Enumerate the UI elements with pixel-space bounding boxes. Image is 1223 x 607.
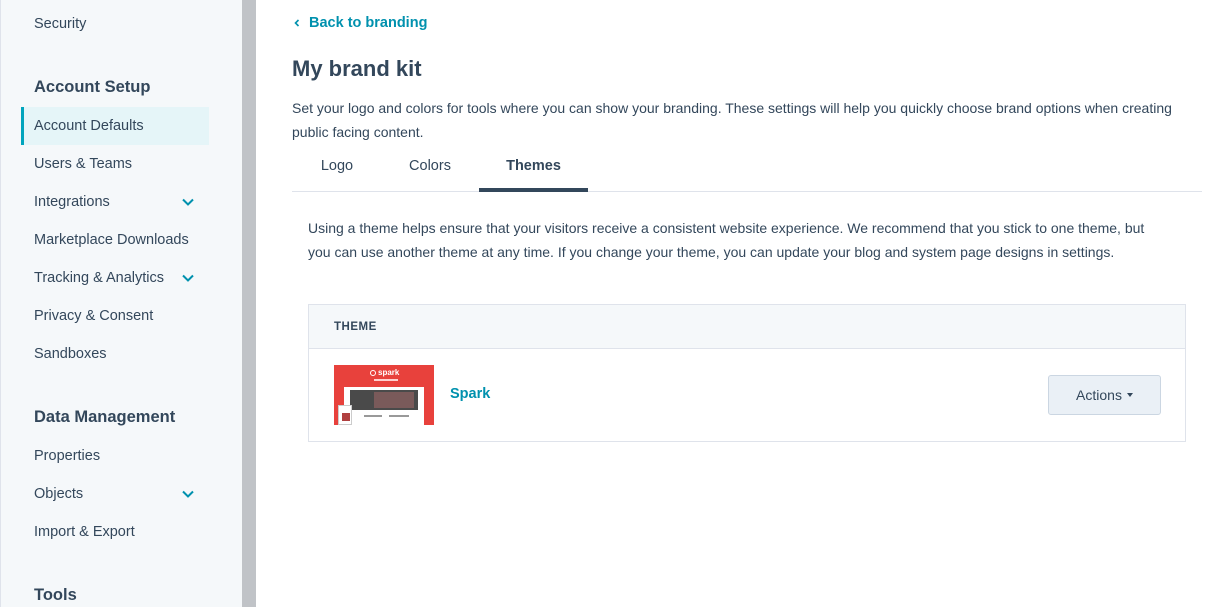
- sidebar-item-import-export[interactable]: Import & Export: [21, 513, 209, 551]
- page-description: Set your logo and colors for tools where…: [292, 100, 1172, 140]
- sidebar-item-privacy-consent[interactable]: Privacy & Consent: [21, 297, 209, 335]
- chevron-left-icon: [294, 19, 300, 27]
- spark-logo-icon: [370, 369, 376, 376]
- themes-table: THEME spark Spark Actions: [308, 304, 1186, 442]
- actions-button[interactable]: Actions: [1048, 375, 1161, 415]
- chevron-down-icon[interactable]: [181, 195, 195, 209]
- sidebar-item-account-defaults[interactable]: Account Defaults: [21, 107, 209, 145]
- sidebar-item-label: Import & Export: [34, 524, 135, 540]
- tab-label: Themes: [506, 158, 561, 174]
- sidebar-item-label: Security: [34, 16, 87, 32]
- themes-info-text: Using a theme helps ensure that your vis…: [308, 220, 1145, 260]
- sidebar-item-label: Objects: [34, 486, 84, 502]
- column-header-theme: THEME: [334, 320, 377, 333]
- sidebar-item-label: Account Defaults: [34, 118, 144, 134]
- theme-thumbnail[interactable]: spark: [334, 365, 434, 425]
- table-header: THEME: [309, 305, 1185, 349]
- tab-label: Colors: [409, 158, 451, 174]
- sidebar-heading-tools: Tools: [34, 586, 77, 604]
- sidebar-item-label: Integrations: [34, 194, 110, 210]
- tab-themes[interactable]: Themes: [479, 152, 588, 192]
- tab-colors[interactable]: Colors: [394, 152, 466, 192]
- sidebar-item-objects[interactable]: Objects: [21, 475, 209, 513]
- caret-down-icon: [1126, 393, 1133, 397]
- thumbnail-decoration: [374, 392, 414, 408]
- sidebar-item-label: Tracking & Analytics: [34, 270, 165, 286]
- sidebar-item-label: Marketplace Downloads: [34, 232, 189, 248]
- sidebar-item-sandboxes[interactable]: Sandboxes: [21, 335, 209, 373]
- sidebar-item-marketplace-downloads[interactable]: Marketplace Downloads: [21, 221, 209, 259]
- theme-name-link[interactable]: Spark: [450, 386, 490, 402]
- brand-kit-tabs: Logo Colors Themes: [292, 152, 1202, 192]
- chevron-down-icon[interactable]: [181, 271, 195, 285]
- thumbnail-decoration: [389, 415, 409, 417]
- sidebar-item-security[interactable]: Security: [21, 5, 209, 43]
- thumbnail-brand-text: spark: [378, 368, 400, 377]
- chevron-down-icon[interactable]: [181, 487, 195, 501]
- actions-label: Actions: [1076, 387, 1122, 403]
- sidebar-item-integrations[interactable]: Integrations: [21, 183, 209, 221]
- thumbnail-decoration: [342, 413, 350, 421]
- sidebar-heading-data-management: Data Management: [34, 408, 176, 426]
- sidebar-item-label: Sandboxes: [34, 346, 107, 362]
- back-to-branding-link[interactable]: Back to branding: [293, 15, 427, 31]
- scrollbar-thumb[interactable]: [242, 0, 256, 607]
- sidebar-item-users-teams[interactable]: Users & Teams: [21, 145, 209, 183]
- sidebar-item-label: Users & Teams: [34, 156, 133, 172]
- page-title: My brand kit: [292, 56, 422, 81]
- thumbnail-decoration: [374, 379, 398, 381]
- sidebar-item-properties[interactable]: Properties: [21, 437, 209, 475]
- thumbnail-decoration: [364, 415, 382, 417]
- thumbnail-logo: spark: [370, 368, 399, 377]
- table-row: spark Spark Actions: [309, 349, 1185, 441]
- sidebar-item-tracking-analytics[interactable]: Tracking & Analytics: [21, 259, 209, 297]
- settings-sidebar: Security Account Setup Account Defaults …: [0, 0, 242, 607]
- tab-label: Logo: [320, 158, 354, 174]
- sidebar-heading-account-setup: Account Setup: [34, 78, 151, 96]
- tab-logo[interactable]: Logo: [302, 152, 372, 192]
- sidebar-item-label: Properties: [34, 448, 101, 464]
- sidebar-item-label: Privacy & Consent: [34, 308, 154, 324]
- back-link-label: Back to branding: [309, 15, 428, 31]
